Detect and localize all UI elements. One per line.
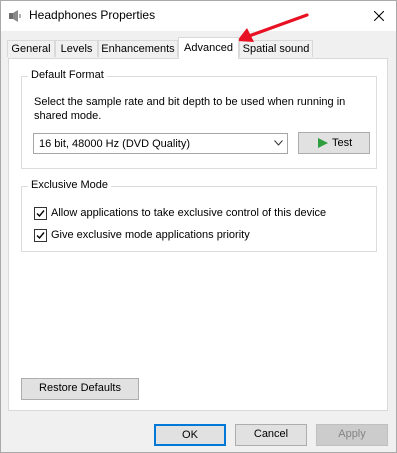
close-icon — [374, 11, 384, 21]
exclusive-mode-group: Exclusive Mode Allow applications to tak… — [21, 179, 377, 252]
apply-button[interactable]: Apply — [316, 424, 388, 446]
default-format-group: Default Format Select the sample rate an… — [21, 69, 377, 169]
ok-button[interactable]: OK — [154, 424, 226, 446]
tab-enhancements[interactable]: Enhancements — [98, 40, 178, 57]
close-button[interactable] — [362, 1, 396, 31]
properties-dialog: Headphones Properties General Levels Enh… — [0, 0, 397, 453]
chevron-down-icon — [274, 140, 283, 146]
tab-strip: General Levels Enhancements Advanced Spa… — [1, 31, 396, 59]
restore-defaults-button[interactable]: Restore Defaults — [21, 378, 139, 400]
checkmark-icon — [36, 232, 45, 240]
cancel-button[interactable]: Cancel — [235, 424, 307, 446]
format-select-value: 16 bit, 48000 Hz (DVD Quality) — [39, 138, 191, 150]
title-bar: Headphones Properties — [1, 1, 396, 31]
test-button-label: Test — [332, 137, 353, 149]
tab-advanced[interactable]: Advanced — [178, 37, 239, 59]
default-format-description: Select the sample rate and bit depth to … — [34, 96, 346, 122]
exclusive-priority-checkbox[interactable] — [34, 229, 47, 242]
exclusive-priority-label: Give exclusive mode applications priorit… — [51, 229, 250, 241]
red-arrow-annotation — [237, 13, 309, 42]
advanced-tab-panel: Default Format Select the sample rate an… — [8, 58, 388, 411]
checkmark-icon — [36, 210, 45, 218]
tab-levels[interactable]: Levels — [55, 40, 98, 57]
window-title: Headphones Properties — [29, 8, 156, 22]
exclusive-mode-legend: Exclusive Mode — [28, 179, 112, 191]
play-icon — [318, 138, 328, 148]
tab-general[interactable]: General — [7, 40, 55, 57]
exclusive-control-checkbox[interactable] — [34, 207, 47, 220]
speaker-icon — [9, 10, 21, 22]
test-button[interactable]: Test — [298, 132, 370, 154]
format-select[interactable]: 16 bit, 48000 Hz (DVD Quality) — [33, 133, 288, 154]
default-format-legend: Default Format — [28, 69, 107, 81]
exclusive-control-label: Allow applications to take exclusive con… — [51, 207, 327, 219]
